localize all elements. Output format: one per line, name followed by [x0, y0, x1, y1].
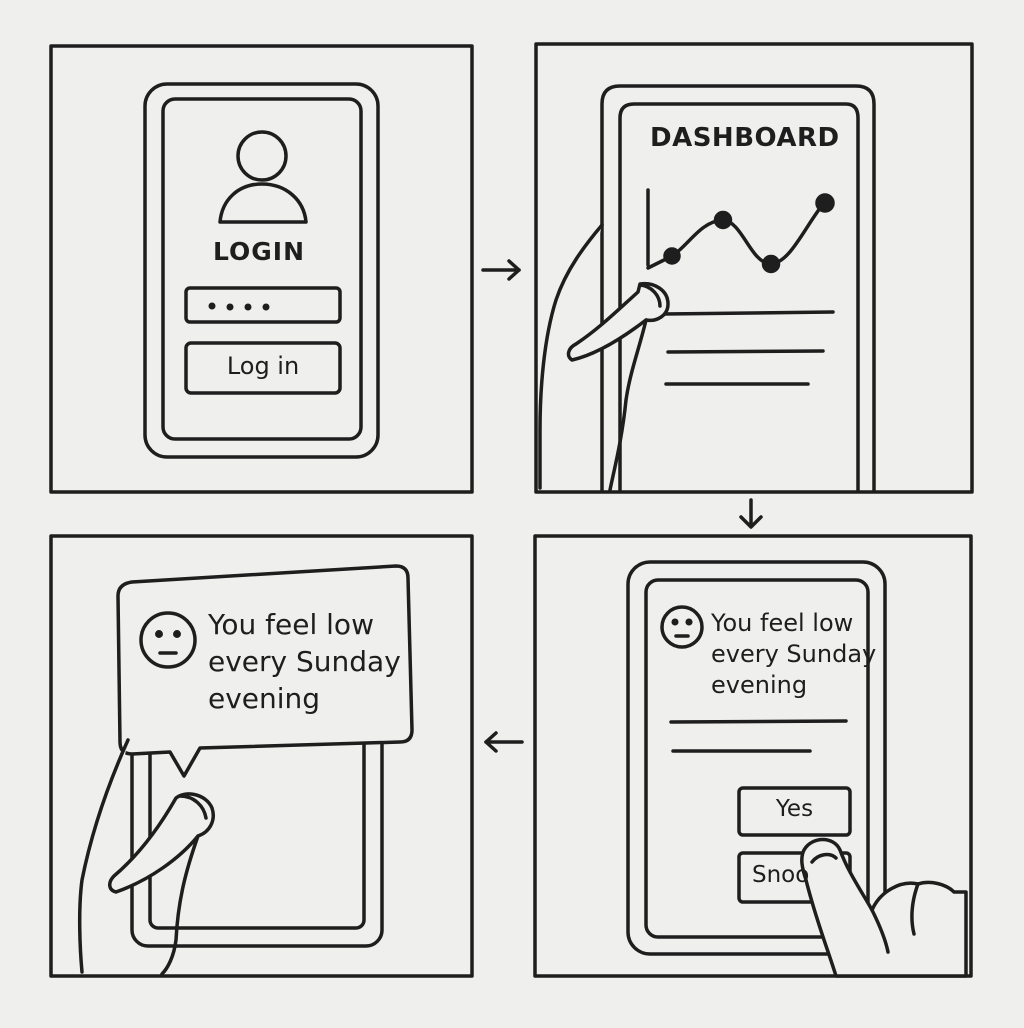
login-button-label[interactable]: Log in	[186, 352, 340, 380]
arrow-left-icon	[484, 731, 524, 753]
password-dots	[208, 302, 270, 311]
panel-1-frame	[49, 44, 474, 494]
arrow-right-icon	[481, 259, 521, 281]
login-phone-screen	[161, 97, 363, 441]
chart-point	[815, 193, 835, 213]
yes-button-label[interactable]: Yes	[739, 796, 850, 822]
chart-point	[713, 210, 733, 230]
dashboard-text-line	[666, 349, 825, 354]
hand-holding-phone	[77, 738, 215, 976]
message-text-line	[669, 719, 848, 724]
arrow-down-icon	[739, 498, 763, 529]
chart-point	[663, 247, 681, 265]
dashboard-title: DASHBOARD	[650, 123, 840, 153]
dashboard-text-line	[662, 310, 835, 316]
sad-face-icon	[660, 605, 704, 649]
login-title: LOGIN	[213, 237, 306, 266]
notification-text: You feel low every Sunday evening	[208, 608, 401, 715]
storyboard: LOGIN Log in •••• DASHBOARD You feel low…	[0, 0, 1024, 1024]
chart-points	[663, 193, 835, 274]
login-phone-outer	[143, 82, 380, 459]
snooze-button-label[interactable]: Snoo	[752, 862, 818, 888]
chart-point	[761, 254, 781, 274]
user-avatar-icon	[218, 130, 308, 224]
storyboard-drawing	[49, 42, 974, 978]
message-text: You feel low every Sunday evening	[711, 609, 877, 699]
